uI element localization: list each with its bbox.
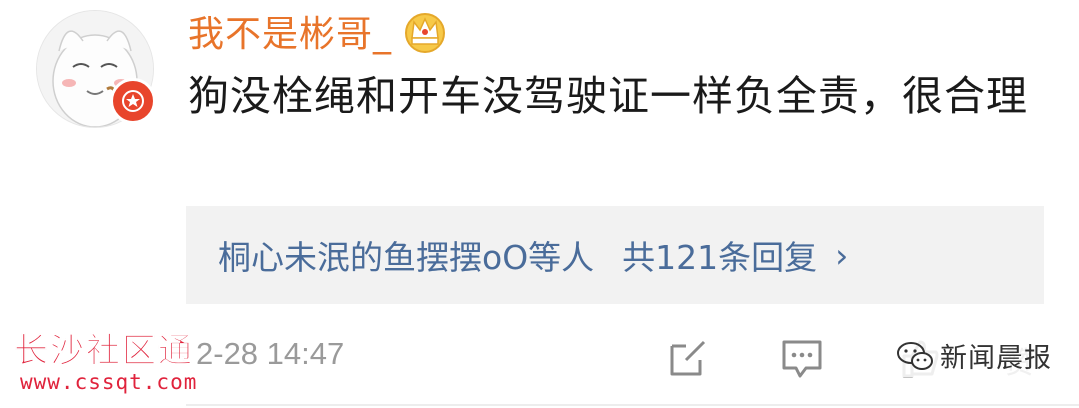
share-icon[interactable] [666, 336, 710, 380]
comment-icon[interactable] [780, 336, 824, 380]
watermark-right-text: 新闻晨报 [940, 343, 1052, 374]
username[interactable]: 我不是彬哥_ [188, 5, 392, 57]
username-row: 我不是彬哥_ [188, 6, 448, 56]
verified-badge-icon [110, 78, 156, 124]
chevron-right-icon: › [835, 235, 849, 275]
replies-users: 桐心未泯的鱼摆摆oO等人 [218, 238, 595, 277]
crown-icon [402, 8, 448, 54]
replies-count: 共121条回复 [622, 238, 818, 277]
watermark-right: 新闻晨报 [890, 334, 1058, 377]
wechat-logo-icon [896, 340, 934, 372]
watermark-url: www.cssqt.com [20, 370, 198, 394]
timestamp: 2-28 14:47 [196, 336, 345, 371]
watermark-left: 长沙社区通 www.cssqt.com [14, 332, 197, 394]
watermark-title: 长沙社区通 [14, 331, 194, 371]
comment-text: 狗没栓绳和开车没驾驶证一样负全责，很合理 [188, 72, 1028, 120]
bottom-divider [186, 404, 1079, 406]
replies-summary-button[interactable]: 桐心未泯的鱼摆摆oO等人 共121条回复 › [186, 206, 1044, 304]
